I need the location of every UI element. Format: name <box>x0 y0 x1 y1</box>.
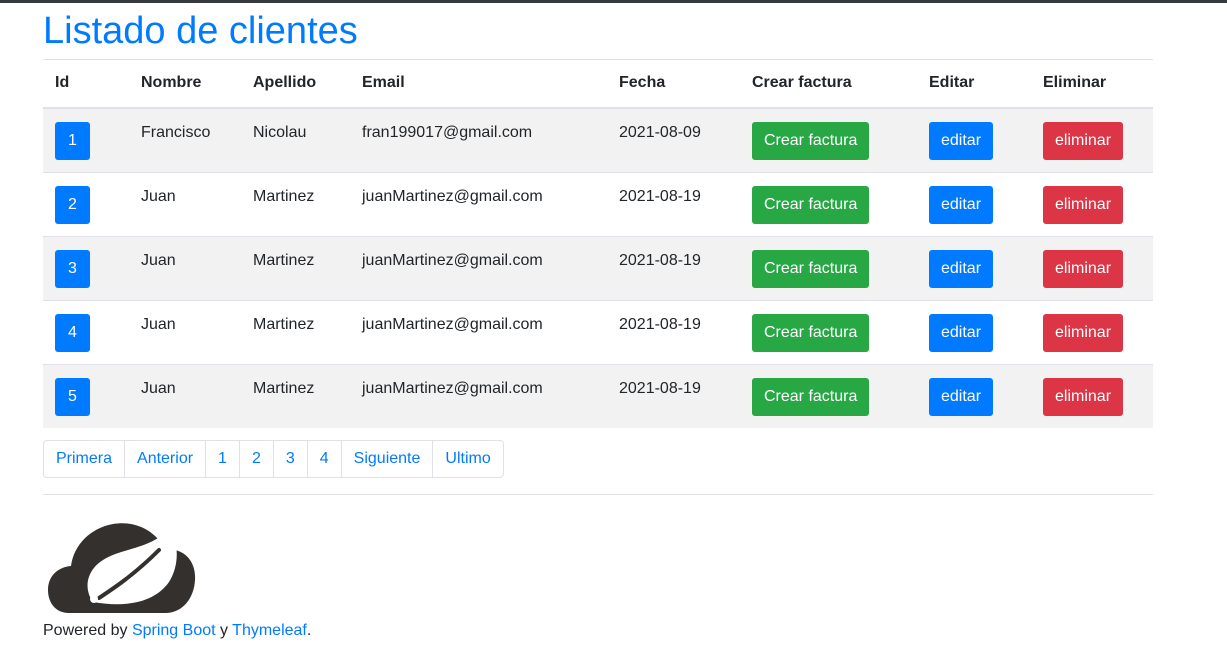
crear-factura-button[interactable]: Crear factura <box>752 121 870 160</box>
cell-email: juanMartinez@gmail.com <box>350 363 607 428</box>
cell-nombre: Juan <box>129 363 241 428</box>
table-row: 3 Juan Martinez juanMartinez@gmail.com 2… <box>43 235 1153 300</box>
footer-text: Powered by Spring Boot y Thymeleaf. <box>43 620 311 642</box>
footer-period: . <box>306 622 312 639</box>
client-id-button[interactable]: 1 <box>55 121 90 160</box>
header-id: Id <box>43 59 129 109</box>
cell-apellido: Martinez <box>241 299 350 364</box>
pagination-first[interactable]: Primera <box>44 441 124 477</box>
cell-email: juanMartinez@gmail.com <box>350 171 607 236</box>
cell-nombre: Juan <box>129 235 241 300</box>
editar-button[interactable]: editar <box>929 377 994 416</box>
crear-factura-button[interactable]: Crear factura <box>752 185 870 224</box>
client-id-button[interactable]: 4 <box>55 313 90 352</box>
editar-button[interactable]: editar <box>929 313 994 352</box>
crear-factura-button[interactable]: Crear factura <box>752 249 870 288</box>
header-nombre: Nombre <box>129 59 241 109</box>
header-fecha: Fecha <box>607 59 740 109</box>
cell-fecha: 2021-08-19 <box>607 171 740 236</box>
cell-email: fran199017@gmail.com <box>350 107 607 172</box>
client-id-button[interactable]: 5 <box>55 377 90 416</box>
table-row: 2 Juan Martinez juanMartinez@gmail.com 2… <box>43 171 1153 236</box>
header-email: Email <box>350 59 607 109</box>
and-label: y <box>220 622 229 639</box>
editar-button[interactable]: editar <box>929 185 994 224</box>
main-container: Listado de clientes Id Nombre Apellido E… <box>43 3 1153 428</box>
cell-fecha: 2021-08-09 <box>607 107 740 172</box>
pagination-page-1[interactable]: 1 <box>205 441 239 477</box>
cell-apellido: Nicolau <box>241 107 350 172</box>
pagination-next[interactable]: Siguiente <box>340 441 433 477</box>
powered-by-label: Powered by <box>43 622 128 639</box>
cell-fecha: 2021-08-19 <box>607 363 740 428</box>
cell-email: juanMartinez@gmail.com <box>350 299 607 364</box>
cell-apellido: Martinez <box>241 171 350 236</box>
cell-fecha: 2021-08-19 <box>607 299 740 364</box>
table-header-row: Id Nombre Apellido Email Fecha Crear fac… <box>43 59 1153 109</box>
header-eliminar: Eliminar <box>1031 59 1153 109</box>
editar-button[interactable]: editar <box>929 249 994 288</box>
editar-button[interactable]: editar <box>929 121 994 160</box>
clients-table: Id Nombre Apellido Email Fecha Crear fac… <box>43 59 1153 428</box>
cell-fecha: 2021-08-19 <box>607 235 740 300</box>
cell-email: juanMartinez@gmail.com <box>350 235 607 300</box>
pagination-page-2[interactable]: 2 <box>238 441 273 477</box>
table-row: 4 Juan Martinez juanMartinez@gmail.com 2… <box>43 299 1153 364</box>
pagination-page-3[interactable]: 3 <box>272 441 307 477</box>
header-apellido: Apellido <box>241 59 350 109</box>
table-row: 1 Francisco Nicolau fran199017@gmail.com… <box>43 107 1153 172</box>
pagination: Primera Anterior 1 2 3 4 Siguiente Ultim… <box>43 440 504 478</box>
cell-nombre: Francisco <box>129 107 241 172</box>
pagination-previous[interactable]: Anterior <box>124 441 205 477</box>
header-crear-factura: Crear factura <box>740 59 917 109</box>
cell-nombre: Juan <box>129 299 241 364</box>
client-id-button[interactable]: 3 <box>55 249 90 288</box>
cell-apellido: Martinez <box>241 363 350 428</box>
spring-boot-link[interactable]: Spring Boot <box>132 622 216 639</box>
header-editar: Editar <box>917 59 1031 109</box>
eliminar-button[interactable]: eliminar <box>1043 121 1124 160</box>
page-title: Listado de clientes <box>43 10 358 52</box>
cell-nombre: Juan <box>129 171 241 236</box>
crear-factura-button[interactable]: Crear factura <box>752 377 870 416</box>
table-row: 5 Juan Martinez juanMartinez@gmail.com 2… <box>43 363 1153 428</box>
cell-apellido: Martinez <box>241 235 350 300</box>
thymeleaf-link[interactable]: Thymeleaf <box>232 622 307 639</box>
eliminar-button[interactable]: eliminar <box>1043 377 1124 416</box>
pagination-last[interactable]: Ultimo <box>432 441 502 477</box>
client-id-button[interactable]: 2 <box>55 185 90 224</box>
crear-factura-button[interactable]: Crear factura <box>752 313 870 352</box>
eliminar-button[interactable]: eliminar <box>1043 313 1124 352</box>
pagination-page-4[interactable]: 4 <box>306 441 341 477</box>
eliminar-button[interactable]: eliminar <box>1043 185 1124 224</box>
eliminar-button[interactable]: eliminar <box>1043 249 1124 288</box>
spring-leaf-icon <box>48 523 196 613</box>
footer-divider <box>43 494 1153 495</box>
